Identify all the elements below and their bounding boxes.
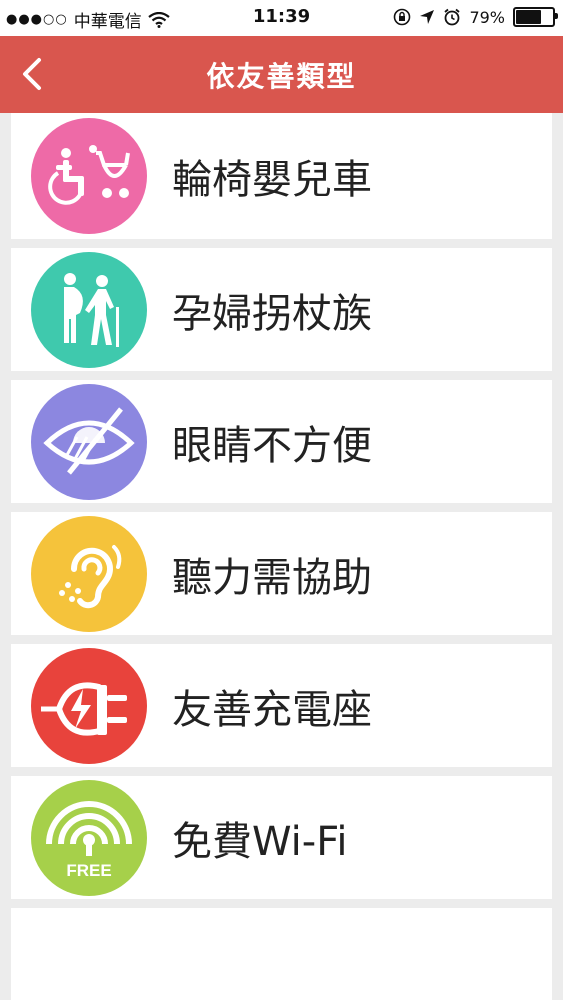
visually-impaired-icon bbox=[31, 383, 147, 500]
location-arrow-icon bbox=[420, 10, 435, 24]
chevron-left-icon bbox=[23, 58, 41, 90]
category-list: 輪椅嬰兒車 孕婦拐杖族 眼睛不方便 聽力需協助 友善充電座 FREE 免費Wi-… bbox=[0, 113, 563, 1000]
list-item-label: 眼睛不方便 bbox=[172, 422, 372, 469]
free-text: FREE bbox=[66, 861, 111, 880]
nav-bar: 依友善類型 bbox=[0, 36, 563, 113]
status-right: 79% bbox=[393, 7, 558, 27]
list-item-pregnant-elderly[interactable]: 孕婦拐杖族 bbox=[11, 248, 552, 371]
status-bar: ●●●○○ 中華電信 11:39 79% bbox=[0, 0, 563, 36]
orientation-lock-icon bbox=[394, 8, 411, 26]
battery-icon bbox=[513, 7, 558, 27]
list-item-charging[interactable]: 友善充電座 bbox=[11, 644, 552, 767]
list-item-hearing-impaired[interactable]: 聽力需協助 bbox=[11, 512, 552, 635]
list-item-label: 孕婦拐杖族 bbox=[172, 290, 372, 337]
list-item-label: 免費Wi-Fi bbox=[172, 818, 348, 865]
list-item-label: 友善充電座 bbox=[172, 686, 372, 733]
pregnant-elderly-icon bbox=[31, 251, 147, 368]
list-item-free-wifi[interactable]: FREE 免費Wi-Fi bbox=[11, 776, 552, 899]
free-wifi-icon: FREE bbox=[31, 779, 147, 896]
battery-percent: 79% bbox=[469, 7, 505, 27]
list-item-visually-impaired[interactable]: 眼睛不方便 bbox=[11, 380, 552, 503]
empty-list-row bbox=[11, 908, 552, 1000]
wheelchair-stroller-icon bbox=[31, 118, 147, 234]
list-item-label: 輪椅嬰兒車 bbox=[172, 157, 372, 203]
alarm-icon bbox=[444, 8, 461, 26]
list-item-wheelchair-stroller[interactable]: 輪椅嬰兒車 bbox=[11, 113, 552, 239]
page-title: 依友善類型 bbox=[206, 59, 357, 93]
back-button[interactable] bbox=[12, 50, 52, 98]
charging-plug-icon bbox=[31, 647, 147, 764]
battery-fill bbox=[516, 10, 542, 24]
hearing-impaired-icon bbox=[31, 515, 147, 632]
list-item-label: 聽力需協助 bbox=[172, 554, 372, 601]
